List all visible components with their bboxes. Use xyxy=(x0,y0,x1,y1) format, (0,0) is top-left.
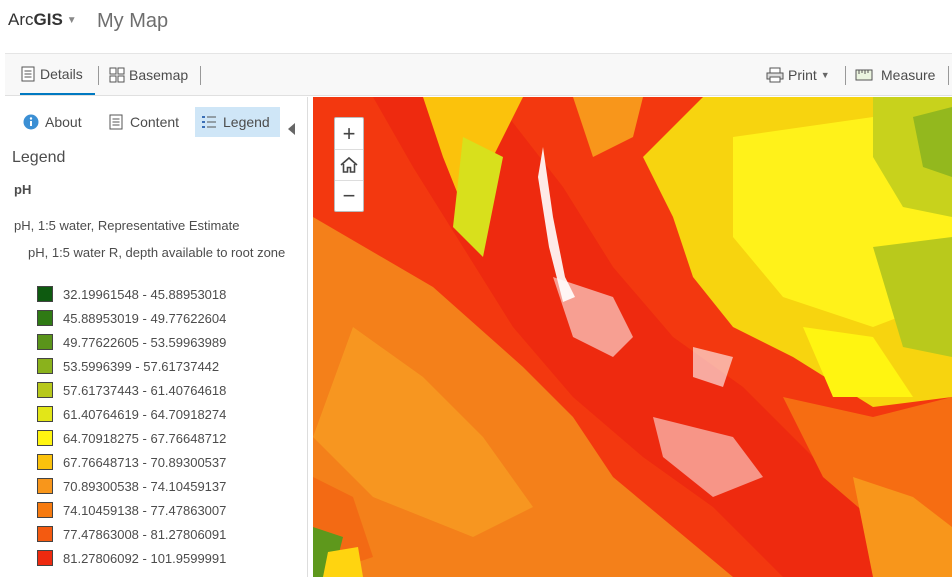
legend-label: 53.5996399 - 57.61737442 xyxy=(63,358,220,374)
tab-legend[interactable]: Legend xyxy=(195,107,280,137)
zoom-in-button[interactable]: + xyxy=(335,118,363,149)
basemap-grid-icon xyxy=(109,67,125,83)
tab-content[interactable]: Content xyxy=(102,107,185,137)
legend-label: 70.89300538 - 74.10459137 xyxy=(63,478,227,494)
legend-list: 32.19961548 - 45.88953018 45.88953019 - 4… xyxy=(37,282,226,570)
details-button[interactable]: Details xyxy=(20,54,95,95)
field-title: pH, 1:5 water R, depth available to root… xyxy=(28,245,286,260)
map-view[interactable]: + − xyxy=(313,97,952,577)
basemap-label: Basemap xyxy=(129,66,189,83)
measure-label: Measure xyxy=(881,66,936,83)
details-label: Details xyxy=(40,65,83,82)
legend-item: 81.27806092 - 101.9599991 xyxy=(37,546,226,570)
print-chevron-icon: ▼ xyxy=(820,69,830,80)
legend-item: 64.70918275 - 67.76648712 xyxy=(37,426,226,450)
legend-label: 45.88953019 - 49.77622604 xyxy=(63,310,227,326)
toolbar-divider xyxy=(948,66,949,85)
print-label: Print xyxy=(788,66,817,83)
legend-label: 81.27806092 - 101.9599991 xyxy=(63,550,227,566)
legend-label: 67.76648713 - 70.89300537 xyxy=(63,454,227,470)
legend-label: 32.19961548 - 45.88953018 xyxy=(63,286,227,302)
legend-label: 77.47863008 - 81.27806091 xyxy=(63,526,227,542)
printer-icon xyxy=(766,67,784,83)
legend-item: 45.88953019 - 49.77622604 xyxy=(37,306,226,330)
legend-label: 49.77622605 - 53.59963989 xyxy=(63,334,227,350)
legend-item: 70.89300538 - 74.10459137 xyxy=(37,474,226,498)
soil-ph-map xyxy=(313,97,952,577)
legend-swatch xyxy=(37,310,53,326)
legend-swatch xyxy=(37,478,53,494)
layer-subtitle: pH, 1:5 water, Representative Estimate xyxy=(14,218,240,233)
legend-item: 67.76648713 - 70.89300537 xyxy=(37,450,226,474)
legend-label: 64.70918275 - 67.76648712 xyxy=(63,430,227,446)
collapse-panel-icon[interactable] xyxy=(288,123,295,135)
legend-swatch xyxy=(37,406,53,422)
zoom-out-button[interactable]: − xyxy=(335,180,363,211)
legend-swatch xyxy=(37,286,53,302)
details-icon xyxy=(20,66,36,82)
arcgis-brand[interactable]: ArcGIS ▼ xyxy=(8,10,77,30)
zoom-controls: + − xyxy=(334,117,364,212)
legend-label: 57.61737443 - 61.40764618 xyxy=(63,382,227,398)
legend-item: 49.77622605 - 53.59963989 xyxy=(37,330,226,354)
home-icon xyxy=(340,156,358,173)
home-button[interactable] xyxy=(335,149,363,180)
legend-item: 32.19961548 - 45.88953018 xyxy=(37,282,226,306)
panel-tabs: About Content Legend xyxy=(5,107,305,139)
map-title: My Map xyxy=(97,10,169,32)
tab-content-label: Content xyxy=(130,114,180,130)
legend-swatch xyxy=(37,382,53,398)
legend-swatch xyxy=(37,550,53,566)
tab-about[interactable]: About xyxy=(17,107,88,137)
legend-item: 77.47863008 - 81.27806091 xyxy=(37,522,226,546)
content-icon xyxy=(108,114,124,130)
legend-label: 74.10459138 - 77.47863007 xyxy=(63,502,227,518)
legend-item: 53.5996399 - 57.61737442 xyxy=(37,354,226,378)
details-panel: About Content Legend Legend pH pH, 1:5 w… xyxy=(5,97,308,577)
tab-legend-label: Legend xyxy=(223,114,270,130)
legend-swatch xyxy=(37,358,53,374)
basemap-button[interactable]: Basemap xyxy=(109,54,188,95)
legend-swatch xyxy=(37,430,53,446)
top-bar: ArcGIS ▼ My Map xyxy=(0,0,952,50)
print-button[interactable]: Print ▼ xyxy=(766,54,830,95)
measure-button[interactable]: Measure xyxy=(855,54,935,95)
ruler-icon xyxy=(855,67,873,83)
toolbar: Details Basemap Print ▼ Measure xyxy=(5,53,952,96)
chevron-down-icon[interactable]: ▼ xyxy=(67,15,77,26)
tab-about-label: About xyxy=(45,114,82,130)
legend-item: 61.40764619 - 64.70918274 xyxy=(37,402,226,426)
legend-heading: Legend xyxy=(12,149,66,166)
layer-title: pH xyxy=(14,182,32,197)
legend-item: 57.61737443 - 61.40764618 xyxy=(37,378,226,402)
legend-swatch xyxy=(37,526,53,542)
info-icon xyxy=(23,114,39,130)
toolbar-divider xyxy=(98,66,99,85)
brand-prefix: Arc xyxy=(8,10,34,29)
brand-bold: GIS xyxy=(33,10,63,29)
toolbar-divider xyxy=(200,66,201,85)
legend-item: 74.10459138 - 77.47863007 xyxy=(37,498,226,522)
legend-label: 61.40764619 - 64.70918274 xyxy=(63,406,227,422)
legend-swatch xyxy=(37,334,53,350)
toolbar-divider xyxy=(845,66,846,85)
legend-swatch xyxy=(37,454,53,470)
legend-list-icon xyxy=(201,114,217,130)
legend-swatch xyxy=(37,502,53,518)
